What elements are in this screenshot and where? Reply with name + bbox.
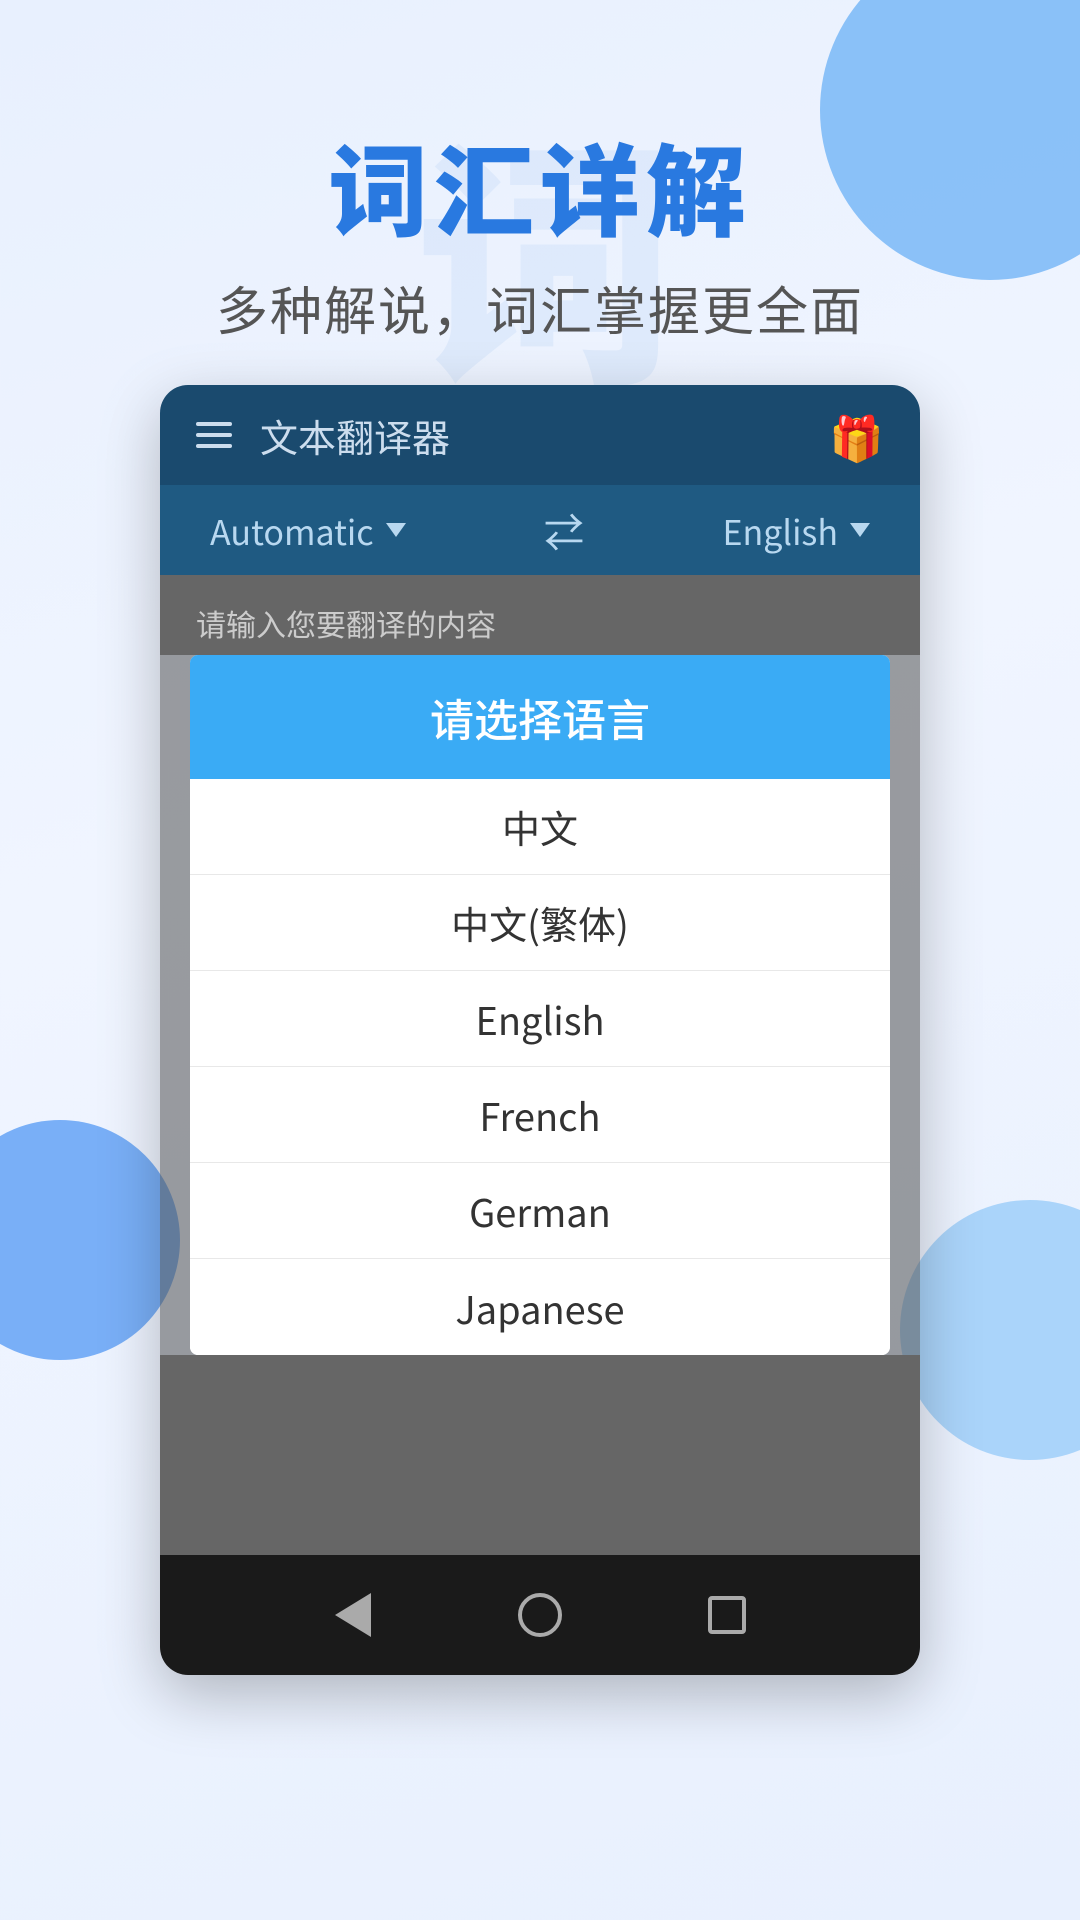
input-placeholder-text: 请输入您要翻译的内容 [196,601,884,645]
target-language-label: English [722,506,838,555]
target-language-button[interactable]: English [722,506,870,555]
language-label-de: German [469,1183,611,1238]
dialog-language-list: 中文 中文(繁体) English French German Japanese [190,779,890,1355]
main-title: 词汇详解 [0,130,1080,240]
dialog-header: 请选择语言 [190,655,890,779]
decoration-blob-bottom-left [0,1120,180,1360]
nav-home-icon [518,1593,562,1637]
source-language-button[interactable]: Automatic [210,506,406,555]
app-title: 文本翻译器 [260,408,450,463]
language-option-fr[interactable]: French [190,1067,890,1163]
language-option-zh[interactable]: 中文 [190,779,890,875]
sub-title: 多种解说，词汇掌握更全面 [0,270,1080,345]
nav-recents-button[interactable] [687,1575,767,1655]
nav-back-icon [335,1593,371,1637]
hamburger-menu-icon[interactable] [196,422,232,448]
header-section: 词汇详解 多种解说，词汇掌握更全面 [0,0,1080,385]
dialog-overlay: 请选择语言 中文 中文(繁体) English French German [160,655,920,1555]
language-label-en: English [475,991,604,1046]
language-label-zh: 中文 [502,799,578,854]
language-option-en[interactable]: English [190,971,890,1067]
navigation-bar [160,1555,920,1675]
language-label-ja: Japanese [455,1280,624,1335]
input-area[interactable]: 请输入您要翻译的内容 [160,575,920,655]
language-label-zh-tw: 中文(繁体) [451,895,629,950]
swap-languages-icon[interactable]: ⇄ [544,501,584,559]
gray-area-below-dialog [160,1355,920,1555]
gift-icon[interactable]: 🎁 [829,403,884,467]
target-language-dropdown-arrow [850,523,870,537]
language-selection-dialog: 请选择语言 中文 中文(繁体) English French German [190,655,890,1355]
language-option-de[interactable]: German [190,1163,890,1259]
language-option-ja[interactable]: Japanese [190,1259,890,1355]
source-language-dropdown-arrow [386,523,406,537]
decoration-blob-bottom-right [900,1200,1080,1460]
nav-back-button[interactable] [313,1575,393,1655]
language-option-zh-tw[interactable]: 中文(繁体) [190,875,890,971]
toolbar-left: 文本翻译器 [196,408,450,463]
nav-home-button[interactable] [500,1575,580,1655]
language-label-fr: French [479,1087,600,1142]
nav-recents-icon [708,1596,746,1634]
dialog-title: 请选择语言 [190,685,890,749]
app-toolbar: 文本翻译器 🎁 [160,385,920,485]
source-language-label: Automatic [210,506,374,555]
language-selector-bar: Automatic ⇄ English [160,485,920,575]
phone-mockup: 文本翻译器 🎁 Automatic ⇄ English 请输入您要翻译的内容 请… [160,385,920,1675]
